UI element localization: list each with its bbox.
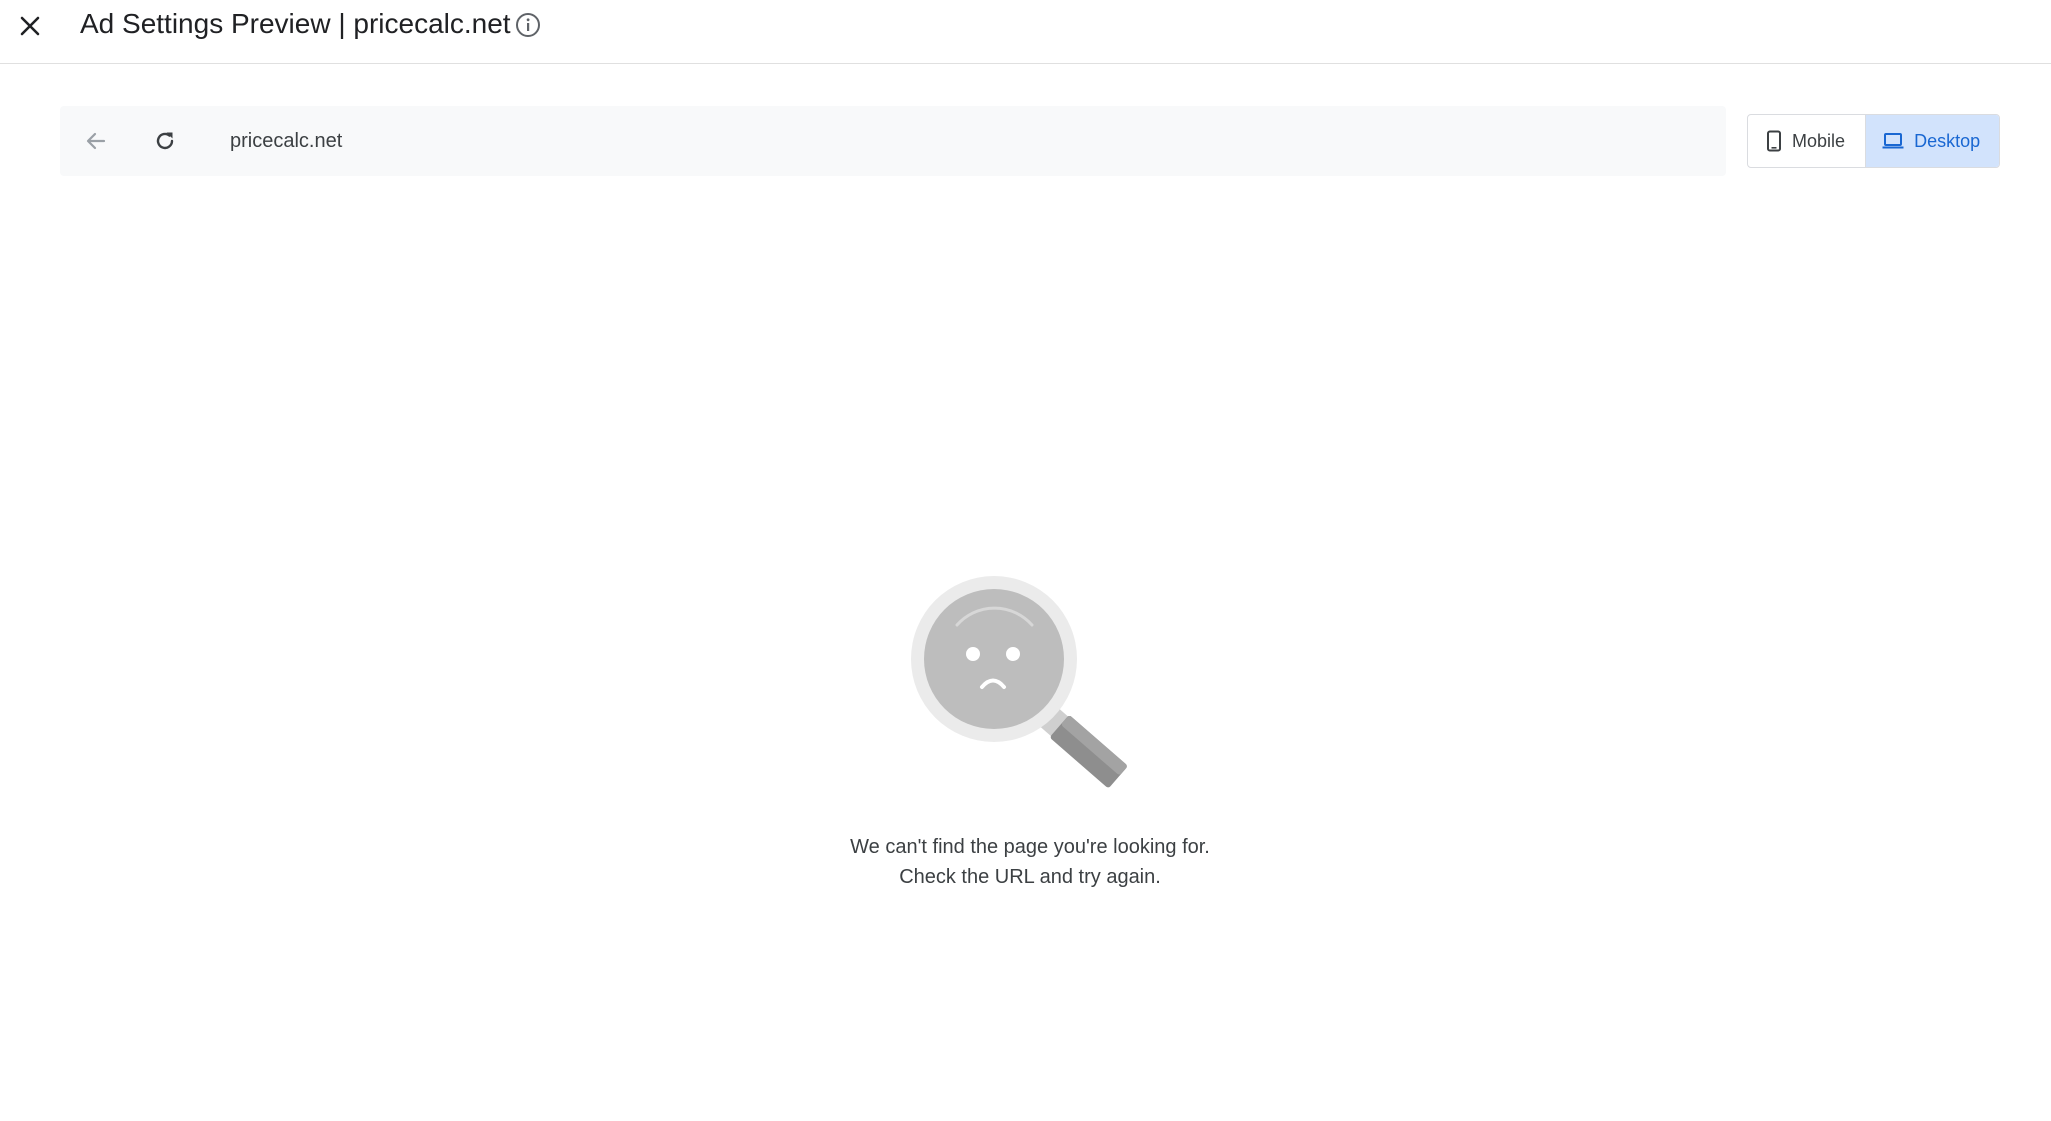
page-title: Ad Settings Preview | pricecalc.net: [80, 8, 511, 39]
mobile-label: Mobile: [1792, 130, 1846, 151]
url-display: pricecalc.net: [230, 130, 343, 152]
phone-icon: [1767, 130, 1781, 152]
mobile-button[interactable]: Mobile: [1748, 115, 1867, 167]
desktop-label: Desktop: [1914, 130, 1981, 151]
desktop-button[interactable]: Desktop: [1866, 115, 1999, 167]
sad-magnifier-icon: [911, 576, 1127, 788]
preview-address-bar: pricecalc.net: [60, 106, 1726, 176]
back-button[interactable]: [80, 125, 112, 157]
info-icon: [516, 13, 540, 37]
dialog-header: Ad Settings Preview | pricecalc.net: [0, 0, 2051, 64]
close-icon: [20, 16, 40, 36]
error-line-1: We can't find the page you're looking fo…: [850, 836, 1210, 858]
reload-button[interactable]: [149, 125, 181, 157]
reload-icon: [156, 132, 174, 150]
info-button[interactable]: [514, 11, 542, 39]
error-line-2: Check the URL and try again.: [899, 866, 1161, 888]
close-button[interactable]: [14, 10, 46, 42]
device-toggle: Mobile Desktop: [1747, 114, 2000, 168]
laptop-icon: [1882, 133, 1904, 149]
error-message: We can't find the page you're looking fo…: [0, 832, 2051, 892]
arrow-back-icon: [86, 132, 106, 150]
